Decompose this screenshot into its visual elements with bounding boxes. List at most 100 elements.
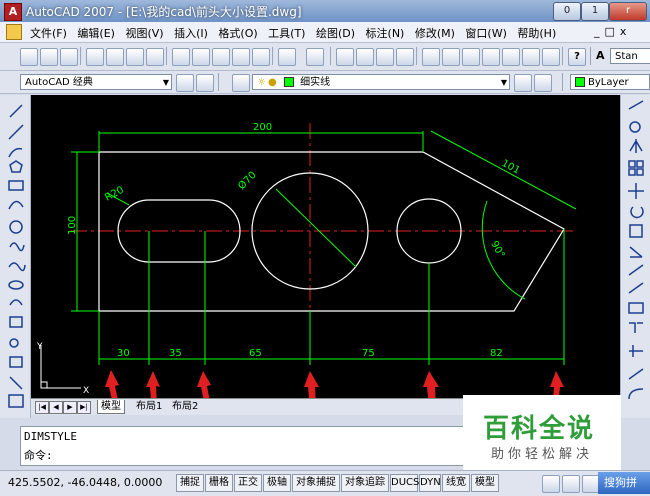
print-preview-icon[interactable]: [106, 48, 124, 66]
status-dyn-button[interactable]: DYN: [419, 474, 441, 492]
status-polar-button[interactable]: 极轴: [263, 474, 291, 492]
arrow-3: [197, 371, 211, 398]
tab-next-button[interactable]: ▶: [63, 401, 77, 414]
menu-file[interactable]: 文件(F): [30, 25, 67, 41]
workspace-save-icon[interactable]: [196, 74, 214, 92]
status-snap-button[interactable]: 捕捉: [176, 474, 204, 492]
menu-help[interactable]: 帮助(H): [517, 25, 556, 41]
status-bar: 425.5502, -46.0448, 0.0000 捕捉 栅格 正交 极轴 对…: [0, 470, 650, 496]
standard-toolbar: ? A Stan: [0, 43, 650, 71]
tab-model[interactable]: 模型: [97, 400, 125, 414]
calculator-icon[interactable]: [542, 48, 560, 66]
block-editor-icon[interactable]: [252, 48, 270, 66]
coordinate-readout[interactable]: 425.5502, -46.0448, 0.0000: [8, 476, 162, 489]
document-icon[interactable]: [6, 24, 22, 40]
doc-window-controls[interactable]: _□x: [594, 25, 631, 38]
lock-icon[interactable]: [562, 475, 580, 493]
menu-window[interactable]: 窗口(W): [465, 25, 506, 41]
sheet-set-icon[interactable]: [482, 48, 500, 66]
bylayer-color-swatch: [575, 77, 585, 87]
status-grid-button[interactable]: 栅格: [205, 474, 233, 492]
ucs-icon: [40, 345, 81, 389]
layer-manager-icon[interactable]: [232, 74, 250, 92]
status-lineweight-button[interactable]: 线宽: [442, 474, 470, 492]
minimize-button[interactable]: 0: [553, 2, 581, 21]
tab-layout1[interactable]: 布局1: [133, 400, 165, 413]
dim-radius-label: R20: [103, 185, 126, 204]
open-file-icon[interactable]: [40, 48, 58, 66]
publish-icon[interactable]: [126, 48, 144, 66]
layers-toolbar: AutoCAD 经典 ▼ ☼ ● 细实线 ▼ ByLayer: [0, 71, 650, 94]
dim-30-label: 30: [117, 348, 130, 359]
drawing-canvas[interactable]: 200 100 101 90° Ø70 R20 30 35 65 75 82 Y…: [31, 95, 620, 398]
dim-height-label: 100: [67, 216, 78, 235]
drawing-svg[interactable]: 200 100 101 90° Ø70 R20 30 35 65 75 82 Y…: [31, 95, 620, 398]
new-file-icon[interactable]: [20, 48, 38, 66]
tab-last-button[interactable]: ▶|: [77, 401, 91, 414]
menu-edit[interactable]: 编辑(E): [77, 25, 115, 41]
autocad-app-icon[interactable]: A: [4, 3, 22, 21]
tab-first-button[interactable]: |◀: [35, 401, 49, 414]
modify-toolbar-icons[interactable]: [621, 95, 650, 418]
text-style-dropdown[interactable]: Stan: [610, 48, 650, 64]
modify-toolbar: [620, 95, 650, 418]
center-lines: [71, 123, 576, 335]
watermark-subtitle: 助你轻松解决: [491, 447, 594, 462]
layer-dropdown[interactable]: ☼ ● 细实线 ▼: [252, 74, 510, 90]
menu-tools[interactable]: 工具(T): [268, 25, 305, 41]
make-current-layer-icon[interactable]: [514, 74, 532, 92]
communication-center-icon[interactable]: [542, 475, 560, 493]
design-center-icon[interactable]: [442, 48, 460, 66]
outer-contour: [98, 151, 565, 312]
quickcalc-icon[interactable]: [522, 48, 540, 66]
menu-draw[interactable]: 绘图(D): [316, 25, 355, 41]
zoom-window-icon[interactable]: [376, 48, 394, 66]
ucs-y-label: Y: [36, 342, 43, 352]
status-osnap-button[interactable]: 对象捕捉: [292, 474, 340, 492]
draw-toolbar-icons[interactable]: [0, 95, 30, 418]
draw-toolbar: [0, 95, 31, 418]
markup-icon[interactable]: [502, 48, 520, 66]
watermark-title: 百科全说: [483, 414, 596, 444]
tool-palettes-icon[interactable]: [462, 48, 480, 66]
layer-previous-icon[interactable]: [534, 74, 552, 92]
tab-prev-button[interactable]: ◀: [49, 401, 63, 414]
redo-icon[interactable]: [306, 48, 324, 66]
properties-icon[interactable]: [422, 48, 440, 66]
3d-dwf-icon[interactable]: [146, 48, 164, 66]
arrow-5: [423, 371, 439, 398]
color-dropdown[interactable]: ByLayer: [570, 74, 650, 90]
print-icon[interactable]: [86, 48, 104, 66]
dim-82-label: 82: [490, 348, 503, 359]
watermark: 百科全说 助你轻松解决: [463, 395, 621, 470]
status-otrack-button[interactable]: 对象追踪: [341, 474, 389, 492]
dim-width-label: 200: [253, 122, 272, 133]
cut-icon[interactable]: [172, 48, 190, 66]
copy-icon[interactable]: [192, 48, 210, 66]
tab-layout2[interactable]: 布局2: [169, 400, 201, 413]
menu-modify[interactable]: 修改(M): [415, 25, 455, 41]
match-properties-icon[interactable]: [232, 48, 250, 66]
menu-format[interactable]: 格式(O): [218, 25, 257, 41]
help-icon[interactable]: ?: [568, 48, 586, 66]
close-button[interactable]: r: [609, 2, 647, 21]
save-icon[interactable]: [60, 48, 78, 66]
workspace-dropdown[interactable]: AutoCAD 经典 ▼: [20, 74, 172, 90]
undo-icon[interactable]: [278, 48, 296, 66]
ucs-x-label: X: [83, 386, 89, 396]
menu-insert[interactable]: 插入(I): [174, 25, 208, 41]
workspace-settings-icon[interactable]: [176, 74, 194, 92]
menu-dimension[interactable]: 标注(N): [366, 25, 405, 41]
maximize-button[interactable]: 1: [581, 2, 609, 21]
status-model-button[interactable]: 模型: [471, 474, 499, 492]
status-ducs-button[interactable]: DUCS: [390, 474, 419, 492]
menu-view[interactable]: 视图(V): [125, 25, 163, 41]
ime-indicator[interactable]: 搜狗拼: [598, 472, 650, 494]
dimension-texts: 200 100 101 90° Ø70 R20 30 35 65 75 82: [67, 122, 522, 359]
text-style-icon[interactable]: A: [596, 49, 605, 62]
zoom-previous-icon[interactable]: [396, 48, 414, 66]
zoom-realtime-icon[interactable]: [356, 48, 374, 66]
paste-icon[interactable]: [212, 48, 230, 66]
status-ortho-button[interactable]: 正交: [234, 474, 262, 492]
pan-icon[interactable]: [336, 48, 354, 66]
